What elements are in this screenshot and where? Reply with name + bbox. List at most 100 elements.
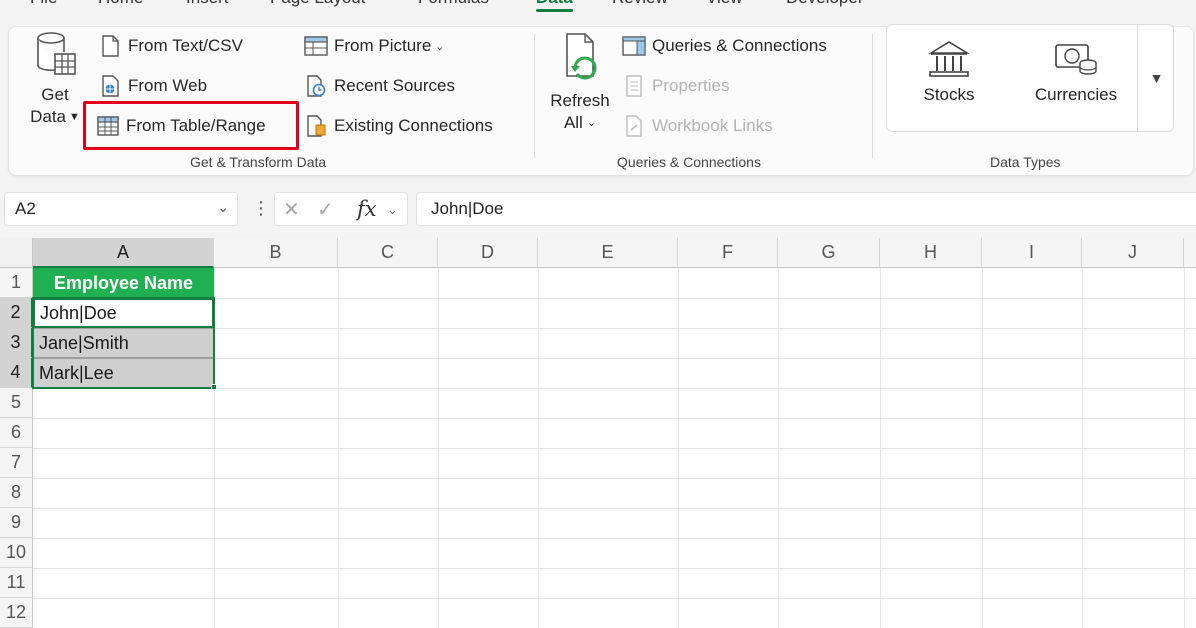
grid-line xyxy=(214,268,215,628)
grid-line xyxy=(438,268,439,628)
grid-line xyxy=(982,268,983,628)
col-header-b[interactable]: B xyxy=(214,238,338,268)
more-options-icon[interactable]: ⋮ xyxy=(252,198,270,219)
refresh-label-2: All xyxy=(563,113,583,132)
web-page-icon xyxy=(98,74,122,98)
row-header-12[interactable]: 12 xyxy=(0,598,33,628)
col-header-k[interactable] xyxy=(1184,238,1196,268)
col-header-d[interactable]: D xyxy=(438,238,538,268)
highlight-annotation-box xyxy=(83,101,299,150)
chevron-down-icon: ▼ xyxy=(69,111,80,123)
formula-input[interactable]: John|Doe xyxy=(416,192,1196,226)
currencies-button[interactable]: Currencies xyxy=(1031,39,1121,105)
row-header-7[interactable]: 7 xyxy=(0,448,33,478)
stocks-button[interactable]: Stocks xyxy=(921,39,977,105)
grid-line xyxy=(338,268,339,628)
formula-controls: ✕ ✓ fx ⌄ xyxy=(274,192,408,226)
name-box[interactable]: A2 ⌄ xyxy=(4,192,238,226)
workbook-links-button[interactable]: Workbook Links xyxy=(622,112,773,140)
get-data-label-2: Data xyxy=(30,107,67,126)
from-picture-button[interactable]: From Picture ⌄ xyxy=(304,32,445,60)
chevron-down-icon[interactable]: ⌄ xyxy=(387,202,398,218)
database-table-icon xyxy=(37,32,76,75)
cell-a1[interactable]: Employee Name xyxy=(33,268,214,298)
stocks-label: Stocks xyxy=(923,85,975,104)
from-text-csv-label: From Text/CSV xyxy=(128,36,243,55)
insert-function-fx-icon[interactable]: fx xyxy=(357,197,377,221)
row-header-8[interactable]: 8 xyxy=(0,478,33,508)
get-data-label-1: Get xyxy=(41,85,69,104)
refresh-all-button[interactable]: Refresh All ⌄ xyxy=(546,32,614,134)
chevron-down-icon[interactable]: ⌄ xyxy=(217,199,229,216)
row-header-6[interactable]: 6 xyxy=(0,418,33,448)
col-header-j[interactable]: J xyxy=(1082,238,1184,268)
col-header-g[interactable]: G xyxy=(778,238,880,268)
get-data-button[interactable]: Get Data ▼ xyxy=(26,30,84,128)
grid-line xyxy=(33,478,1196,479)
col-header-e[interactable]: E xyxy=(538,238,678,268)
recent-sources-button[interactable]: Recent Sources xyxy=(304,72,455,100)
recent-sources-label: Recent Sources xyxy=(334,76,455,95)
spreadsheet-grid: A B C D E F G H I J 1 2 3 4 5 6 7 8 9 10… xyxy=(0,238,1196,628)
fill-handle[interactable] xyxy=(211,384,217,390)
tab-review[interactable]: Review xyxy=(612,0,668,8)
formula-bar: A2 ⌄ ⋮ ✕ ✓ fx ⌄ John|Doe xyxy=(0,180,1196,238)
chevron-down-icon: ⌄ xyxy=(435,40,445,53)
col-header-f[interactable]: F xyxy=(678,238,778,268)
row-header-11[interactable]: 11 xyxy=(0,568,33,598)
col-header-a[interactable]: A xyxy=(33,238,214,268)
tab-home[interactable]: Home xyxy=(98,0,143,8)
tab-view[interactable]: View xyxy=(706,0,743,8)
formula-text: John|Doe xyxy=(431,199,504,218)
grid-line xyxy=(33,418,1196,419)
group-label-queries: Queries & Connections xyxy=(617,154,761,170)
refresh-icon xyxy=(566,33,597,80)
chevron-down-icon: ⌄ xyxy=(586,117,597,129)
cell-a2[interactable]: John|Doe xyxy=(33,298,214,328)
tab-page-layout[interactable]: Page Layout xyxy=(270,0,365,8)
properties-label: Properties xyxy=(652,76,730,95)
grid-line xyxy=(678,268,679,628)
confirm-check-icon[interactable]: ✓ xyxy=(317,197,334,222)
col-header-i[interactable]: I xyxy=(982,238,1082,268)
ribbon-tab-bar: File Home Insert Page Layout Formulas Da… xyxy=(0,0,1196,16)
name-box-value: A2 xyxy=(15,199,36,218)
workbook-links-label: Workbook Links xyxy=(652,116,773,135)
tab-formulas[interactable]: Formulas xyxy=(418,0,489,8)
properties-icon xyxy=(622,74,646,98)
col-header-c[interactable]: C xyxy=(338,238,438,268)
from-text-csv-button[interactable]: From Text/CSV xyxy=(98,32,243,60)
cell-a3[interactable]: Jane|Smith xyxy=(33,328,214,358)
grid-line xyxy=(778,268,779,628)
row-header-1[interactable]: 1 xyxy=(0,268,33,298)
grid-line xyxy=(1082,268,1083,628)
refresh-label-1: Refresh xyxy=(550,91,610,110)
properties-button[interactable]: Properties xyxy=(622,72,729,100)
select-all-corner[interactable] xyxy=(0,238,33,268)
row-header-5[interactable]: 5 xyxy=(0,388,33,418)
tab-developer[interactable]: Developer xyxy=(786,0,864,8)
data-types-more-button[interactable]: ▼ xyxy=(1137,24,1175,132)
cancel-x-icon[interactable]: ✕ xyxy=(283,197,300,222)
grid-line xyxy=(880,268,881,628)
grid-line xyxy=(33,508,1196,509)
queries-connections-button[interactable]: Queries & Connections xyxy=(622,32,827,60)
recent-sources-icon xyxy=(304,74,328,98)
existing-connections-icon xyxy=(304,114,328,138)
tab-file[interactable]: File xyxy=(30,0,57,8)
col-header-h[interactable]: H xyxy=(880,238,982,268)
from-web-button[interactable]: From Web xyxy=(98,72,207,100)
existing-connections-button[interactable]: Existing Connections xyxy=(304,112,493,140)
grid-line xyxy=(33,598,1196,599)
row-header-2[interactable]: 2 xyxy=(0,298,33,328)
row-header-10[interactable]: 10 xyxy=(0,538,33,568)
row-header-4[interactable]: 4 xyxy=(0,358,33,388)
data-types-gallery: Stocks Currencies ▼ xyxy=(886,24,1174,132)
row-header-3[interactable]: 3 xyxy=(0,328,33,358)
row-header-9[interactable]: 9 xyxy=(0,508,33,538)
group-separator xyxy=(534,34,535,158)
cell-a4[interactable]: Mark|Lee xyxy=(33,358,214,388)
tab-data[interactable]: Data xyxy=(536,0,573,12)
group-label-get-transform: Get & Transform Data xyxy=(190,154,327,170)
tab-insert[interactable]: Insert xyxy=(186,0,229,8)
